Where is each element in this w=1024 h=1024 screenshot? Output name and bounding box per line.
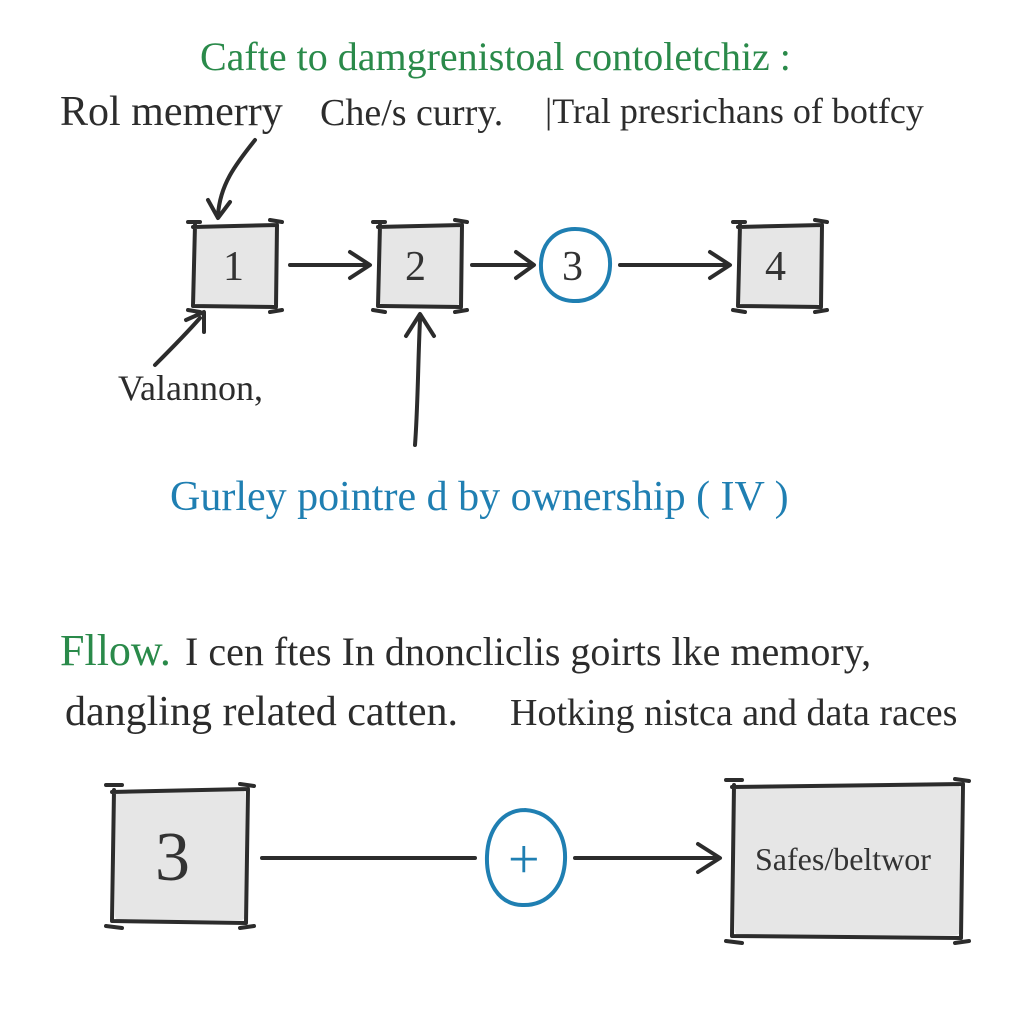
diagram-canvas: Cafte to damgrenistoal contoletchiz : Ro… xyxy=(0,0,1024,1024)
line1a-text: Rol memerry xyxy=(60,89,283,135)
arrow-into-node1-bottom xyxy=(155,318,200,365)
para2c-text: Hotking nistca and data races xyxy=(510,692,957,734)
arrow-into-node1-top xyxy=(218,140,255,215)
line1b-text: Che/s curry. xyxy=(320,92,503,134)
safes-label: Safes/beltwor xyxy=(755,841,931,877)
para2b-text: dangling related catten. xyxy=(65,689,458,735)
line1c-text: |Tral presrichans of botfcy xyxy=(545,91,924,131)
node-4: 4 xyxy=(733,220,827,312)
big-node-3: 3 xyxy=(106,784,254,928)
ownership-text: Gurley pointre d by ownership ( IV ) xyxy=(170,474,789,520)
node-4-label: 4 xyxy=(765,244,786,290)
flow-word: Fllow. xyxy=(60,626,171,675)
safes-node: Safes/beltwor xyxy=(726,779,969,943)
node-3-label: 3 xyxy=(562,244,583,290)
plus-label: + xyxy=(508,829,540,891)
node-1-label: 1 xyxy=(223,244,244,290)
title-text: Cafte to damgrenistoal contoletchiz : xyxy=(200,34,791,79)
node-2-label: 2 xyxy=(405,244,426,290)
arrow-into-node2-bottom xyxy=(415,320,420,445)
big-node-3-label: 3 xyxy=(155,819,190,896)
node-3: 3 xyxy=(541,229,610,301)
node-2: 2 xyxy=(373,220,467,312)
valannon-label: Valannon, xyxy=(118,368,263,408)
node-1: 1 xyxy=(188,220,282,312)
plus-node: + xyxy=(485,810,565,906)
para2a-text: I cen ftes In dnoncliclis goirts lke mem… xyxy=(185,629,871,674)
